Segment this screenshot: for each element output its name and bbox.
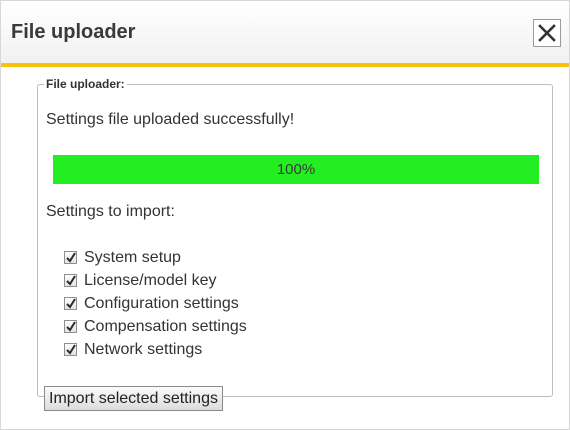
upload-progress-bar: 100% [53,155,539,184]
checkmark-icon [66,321,76,332]
file-uploader-dialog: File uploader File uploader: Settings fi… [0,0,570,430]
option-system-setup[interactable]: System setup [64,246,247,269]
option-label: Network settings [84,340,203,358]
checkmark-icon [66,275,76,286]
option-network-settings[interactable]: Network settings [64,338,247,361]
checkmark-icon [66,344,76,355]
option-label: License/model key [84,271,217,289]
panel-legend: File uploader: [46,77,125,91]
settings-to-import-heading: Settings to import: [46,203,175,220]
option-label: System setup [84,248,181,266]
checkmark-icon [66,252,76,263]
upload-status-text: Settings file uploaded successfully! [46,111,295,128]
progress-label: 100% [276,161,316,178]
upload-panel: File uploader: Settings file uploaded su… [37,77,553,411]
option-label: Compensation settings [84,317,247,335]
option-license-model-key[interactable]: License/model key [64,269,247,292]
configuration-settings-checkbox[interactable] [64,297,77,310]
system-setup-checkbox[interactable] [64,251,77,264]
license-model-key-checkbox[interactable] [64,274,77,287]
compensation-settings-checkbox[interactable] [64,320,77,333]
option-compensation-settings[interactable]: Compensation settings [64,315,247,338]
network-settings-checkbox[interactable] [64,343,77,356]
close-button[interactable] [533,19,561,47]
dialog-titlebar: File uploader [1,1,569,63]
option-configuration-settings[interactable]: Configuration settings [64,292,247,315]
title-accent-line [1,63,569,67]
option-label: Configuration settings [84,294,239,312]
import-options-list: System setup License/model key Configura… [64,246,247,361]
dialog-title: File uploader [11,21,136,43]
close-icon [538,24,556,42]
import-selected-settings-button[interactable]: Import selected settings [44,386,223,411]
checkmark-icon [66,298,76,309]
